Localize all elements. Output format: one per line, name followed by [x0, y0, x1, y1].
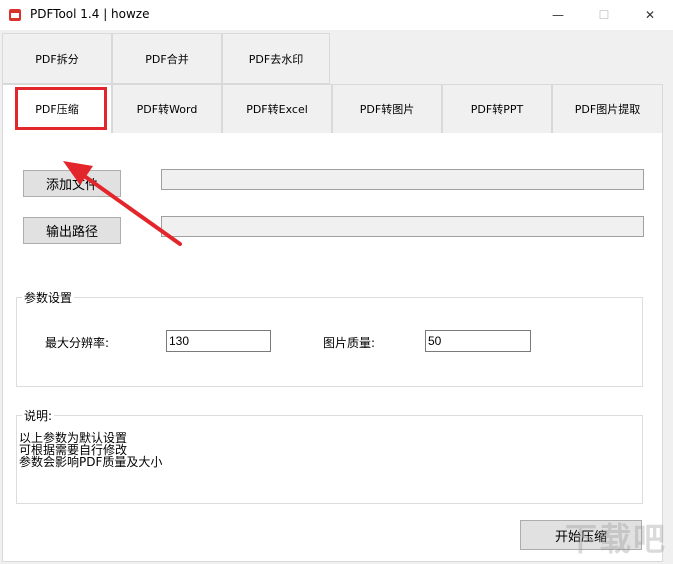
maximize-button[interactable]: ☐: [581, 0, 627, 30]
output-path-button[interactable]: 输出路径: [23, 217, 121, 244]
output-path-field[interactable]: [161, 216, 644, 237]
close-button[interactable]: ✕: [627, 0, 673, 30]
tab-label: PDF转Excel: [246, 103, 308, 116]
notes-text: 以上参数为默认设置 可根据需要自行修改 参数会影响PDF质量及大小: [19, 432, 162, 468]
tab-label: PDF合并: [145, 52, 189, 66]
tab-label: PDF压缩: [35, 103, 79, 116]
tab-label: PDF转图片: [359, 103, 415, 116]
close-icon: ✕: [644, 8, 656, 22]
image-quality-label: 图片质量:: [323, 336, 376, 350]
tab-pdf-merge[interactable]: PDF合并: [112, 33, 222, 84]
max-resolution-input[interactable]: [166, 330, 271, 352]
tab-label: PDF转Word: [136, 103, 198, 116]
tab-pdf-remove-watermark[interactable]: PDF去水印: [222, 33, 330, 84]
tab-pdf-to-ppt[interactable]: PDF转PPT: [442, 84, 552, 134]
title-bar: PDFTool 1.4 | howze — ☐ ✕: [0, 0, 673, 30]
tab-label: PDF图片提取: [574, 103, 641, 116]
add-file-label: 添加文件: [45, 178, 98, 193]
max-resolution-label: 最大分辨率:: [45, 336, 110, 350]
params-group-title: 参数设置: [22, 289, 75, 306]
tab-label: PDF去水印: [248, 52, 304, 66]
watermark-logo: 下载吧: [564, 520, 667, 558]
tab-label: PDF拆分: [35, 52, 79, 66]
tab-pdf-image-extract[interactable]: PDF图片提取: [552, 84, 663, 134]
tab-pdf-split[interactable]: PDF拆分: [2, 33, 112, 84]
notes-group-title: 说明:: [22, 407, 55, 424]
file-path-field[interactable]: [161, 169, 644, 190]
maximize-icon: ☐: [598, 8, 610, 22]
pdf-app-icon: [9, 9, 21, 21]
add-file-button[interactable]: 添加文件: [23, 170, 121, 197]
tab-pdf-compress[interactable]: PDF压缩: [2, 84, 112, 134]
tab-pdf-to-image[interactable]: PDF转图片: [332, 84, 442, 134]
window-title: PDFTool 1.4 | howze: [30, 7, 150, 21]
minimize-icon: —: [552, 8, 564, 22]
image-quality-input[interactable]: [425, 330, 531, 352]
output-path-label: 输出路径: [45, 225, 98, 240]
minimize-button[interactable]: —: [535, 0, 581, 30]
tab-pdf-to-excel[interactable]: PDF转Excel: [222, 84, 332, 134]
tab-label: PDF转PPT: [470, 103, 524, 116]
tab-pdf-to-word[interactable]: PDF转Word: [112, 84, 222, 134]
notes-line: 参数会影响PDF质量及大小: [19, 455, 163, 469]
